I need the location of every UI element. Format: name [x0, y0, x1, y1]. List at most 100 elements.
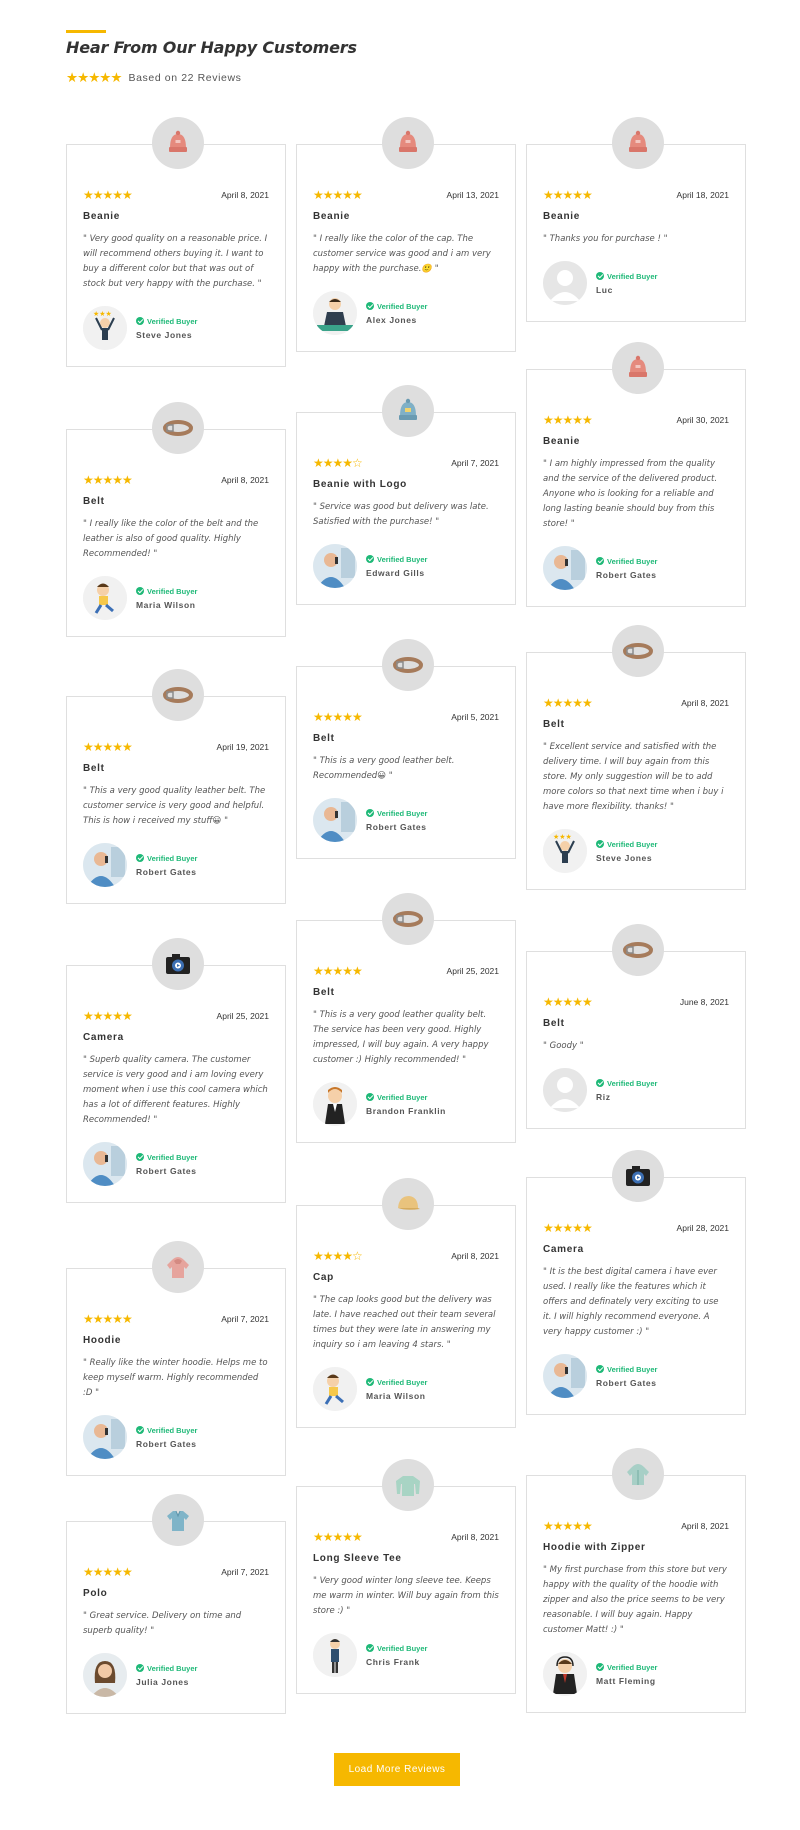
reviewer-info: Verified Buyer Luc	[596, 272, 657, 295]
page-title: Hear From Our Happy Customers	[66, 38, 357, 57]
reviewer: Verified Buyer Brandon Franklin	[313, 1082, 499, 1126]
review-date: April 7, 2021	[221, 1567, 269, 1577]
review-date: April 8, 2021	[451, 1532, 499, 1542]
camera-icon	[612, 1150, 664, 1202]
verified-badge: Verified Buyer	[366, 1378, 427, 1387]
review-date: April 25, 2021	[446, 966, 499, 976]
review-meta: ★★★★☆ April 7, 2021	[313, 457, 499, 469]
review-card: ★★★★★ April 13, 2021 Beanie " I really like…	[296, 117, 516, 352]
belt-icon	[382, 639, 434, 691]
reviewer-name: Alex Jones	[366, 314, 417, 325]
review-text: " I am highly impressed from the quality…	[543, 459, 718, 529]
verified-label: Verified Buyer	[147, 1425, 198, 1435]
product-name: Polo	[83, 1588, 108, 1599]
check-circle-icon	[366, 1378, 374, 1386]
review-meta: ★★★★★ April 8, 2021	[543, 697, 729, 709]
verified-label: Verified Buyer	[147, 586, 198, 596]
verified-label: Verified Buyer	[377, 301, 428, 311]
review-date: April 8, 2021	[681, 1521, 729, 1531]
verified-label: Verified Buyer	[607, 271, 658, 281]
phone-man-avatar	[543, 1354, 587, 1398]
reviewer-info: Verified Buyer Robert Gates	[136, 1426, 197, 1449]
review-meta: ★★★★★ April 28, 2021	[543, 1222, 729, 1234]
product-name: Beanie	[543, 436, 580, 447]
verified-badge: Verified Buyer	[596, 1365, 657, 1374]
check-circle-icon	[596, 1079, 604, 1087]
product-name: Camera	[543, 1244, 584, 1255]
beanie-logo-icon	[382, 385, 434, 437]
review-card: ★★★★★ April 5, 2021 Belt " This is a very g…	[296, 639, 516, 859]
check-circle-icon	[136, 317, 144, 325]
review-date: April 8, 2021	[681, 698, 729, 708]
review-stars: ★★★★★	[543, 188, 593, 202]
review-card: ★★★★★ April 8, 2021 Belt " I really like th…	[66, 402, 286, 637]
reviewer-name: Robert Gates	[136, 1165, 197, 1176]
svg-text:★★★: ★★★	[93, 310, 112, 318]
default-avatar	[543, 261, 587, 305]
review-text: " Superb quality camera. The customer se…	[83, 1055, 268, 1125]
reviewer: Verified Buyer Edward Gills	[313, 544, 499, 588]
verified-label: Verified Buyer	[607, 1078, 658, 1088]
review-stars: ★★★★★	[313, 710, 363, 724]
reviewer-name: Robert Gates	[136, 866, 197, 877]
verified-label: Verified Buyer	[607, 1364, 658, 1374]
polo-icon	[152, 1494, 204, 1546]
reviewer-info: Verified Buyer Robert Gates	[136, 854, 197, 877]
check-circle-icon	[366, 1093, 374, 1101]
cap-icon	[382, 1178, 434, 1230]
reviewer-name: Maria Wilson	[136, 599, 196, 610]
review-text: " The cap looks good but the delivery wa…	[313, 1295, 496, 1350]
default-avatar	[543, 1068, 587, 1112]
check-circle-icon	[596, 272, 604, 280]
review-card: ★★★★☆ April 7, 2021 Beanie with Logo " Serv…	[296, 385, 516, 605]
reviewer-info: Verified Buyer Brandon Franklin	[366, 1093, 446, 1116]
review-date: April 28, 2021	[676, 1223, 729, 1233]
product-name: Hoodie with Zipper	[543, 1542, 646, 1553]
check-circle-icon	[136, 1426, 144, 1434]
reviewer-name: Matt Fleming	[596, 1675, 656, 1686]
review-card: ★★★★★ April 8, 2021 Hoodie with Zipper " My…	[526, 1448, 746, 1713]
reviewer: Verified Buyer Riz	[543, 1068, 729, 1112]
verified-label: Verified Buyer	[147, 1663, 198, 1673]
review-text: " Very good quality on a reasonable pric…	[83, 234, 268, 289]
reviewer: Verified Buyer Alex Jones	[313, 291, 499, 335]
review-meta: ★★★★★ April 5, 2021	[313, 711, 499, 723]
verified-label: Verified Buyer	[377, 1643, 428, 1653]
reviewer-info: Verified Buyer Riz	[596, 1079, 657, 1102]
review-text: " Thanks you for purchase ! "	[543, 234, 668, 244]
svg-text:★★★: ★★★	[553, 833, 572, 841]
review-meta: ★★★★★ April 8, 2021	[313, 1531, 499, 1543]
phone-man-avatar	[543, 546, 587, 590]
product-name: Belt	[83, 763, 105, 774]
product-name: Beanie	[313, 211, 350, 222]
review-date: April 19, 2021	[216, 742, 269, 752]
product-name: Belt	[313, 733, 335, 744]
reviewer-info: Verified Buyer Maria Wilson	[366, 1378, 427, 1401]
load-more-button[interactable]: Load More Reviews	[334, 1753, 460, 1786]
beanie-icon	[152, 117, 204, 169]
review-date: April 8, 2021	[221, 475, 269, 485]
product-name: Long Sleeve Tee	[313, 1553, 402, 1564]
verified-badge: Verified Buyer	[136, 317, 197, 326]
belt-icon	[382, 893, 434, 945]
product-name: Cap	[313, 1272, 334, 1283]
review-card: ★★★★★ April 8, 2021 Long Sleeve Tee " Very …	[296, 1459, 516, 1694]
reviewer-name: Luc	[596, 284, 613, 295]
verified-badge: Verified Buyer	[596, 1663, 657, 1672]
review-card: ★★★★★ April 19, 2021 Belt " This a very goo…	[66, 669, 286, 904]
review-date: April 7, 2021	[451, 458, 499, 468]
reviewer-name: Julia Jones	[136, 1676, 189, 1687]
verified-badge: Verified Buyer	[596, 272, 657, 281]
review-card: ★★★★★ April 7, 2021 Polo " Great service. D…	[66, 1494, 286, 1714]
reviewer-name: Robert Gates	[596, 569, 657, 580]
verified-badge: Verified Buyer	[136, 1426, 197, 1435]
reviewer-name: Robert Gates	[366, 821, 427, 832]
review-stars: ★★★★★	[313, 1530, 363, 1544]
reviewer-name: Chris Frank	[366, 1656, 420, 1667]
review-date: June 8, 2021	[679, 997, 729, 1007]
review-stars: ★★★★★	[543, 413, 593, 427]
review-text: " I really like the color of the belt an…	[83, 519, 259, 559]
product-name: Belt	[543, 719, 565, 730]
check-circle-icon	[366, 1644, 374, 1652]
review-date: April 25, 2021	[216, 1011, 269, 1021]
